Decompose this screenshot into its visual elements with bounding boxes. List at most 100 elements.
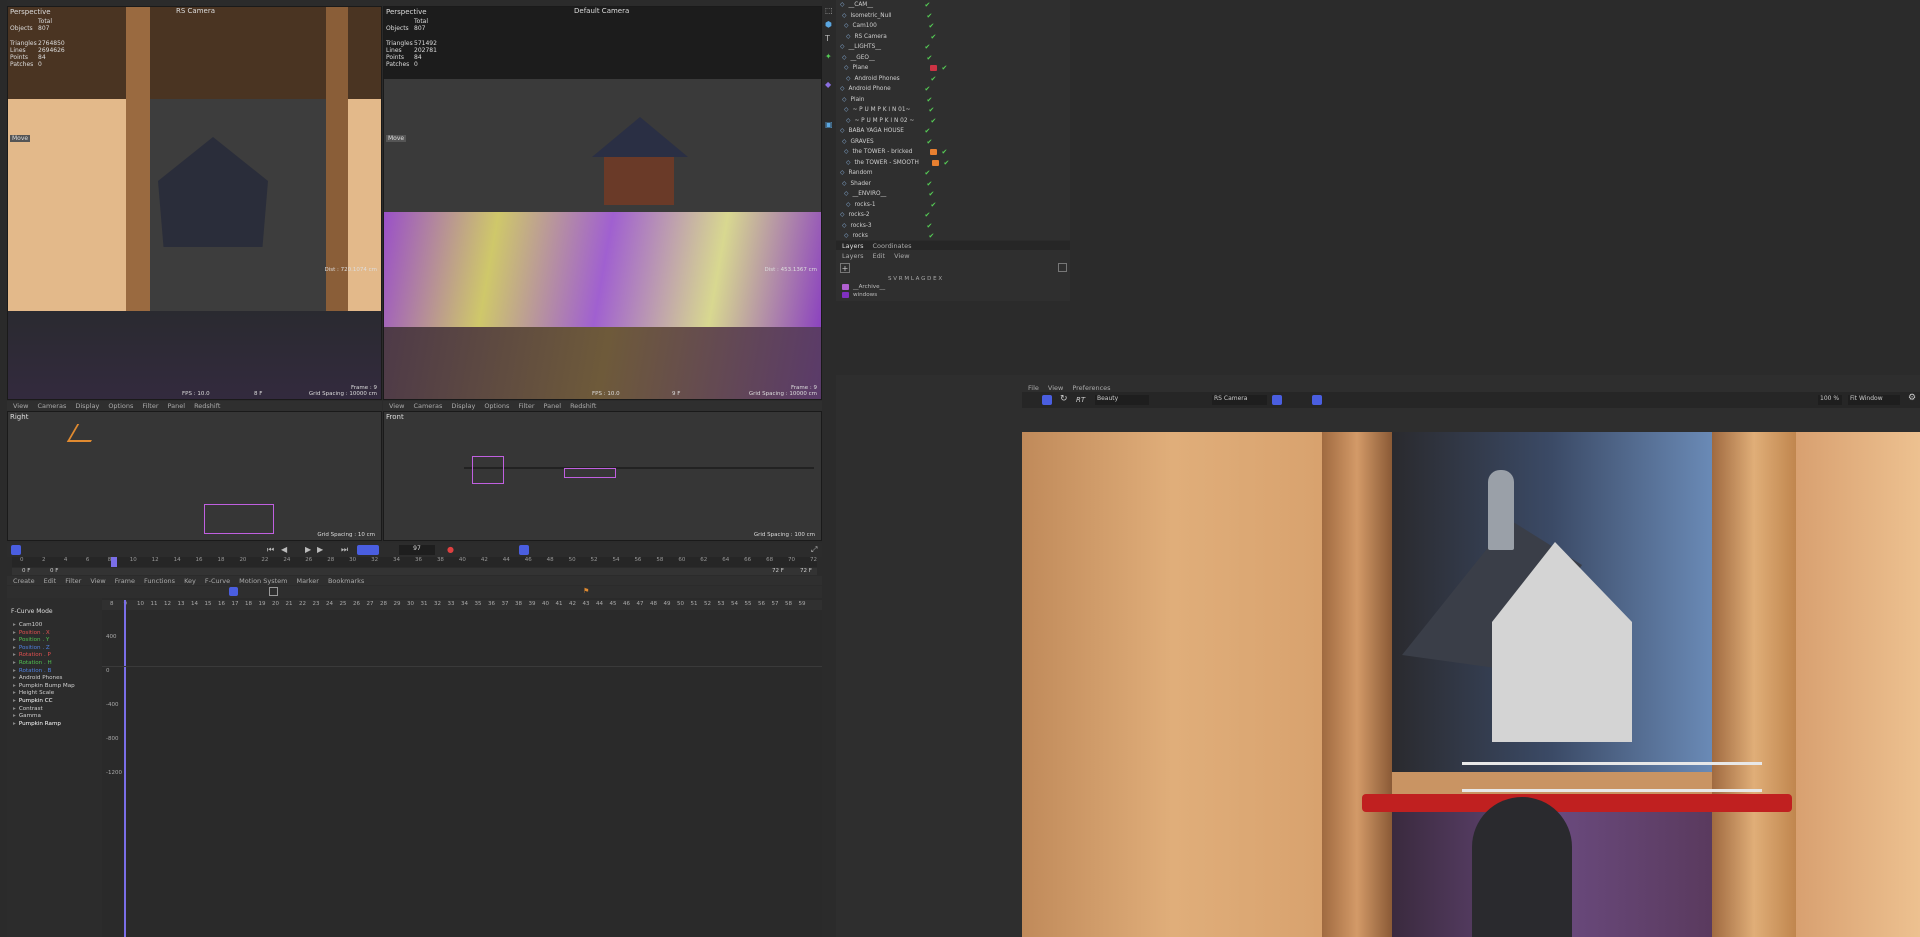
grid-button[interactable]	[1312, 395, 1322, 405]
record-icon[interactable]: ●	[447, 545, 454, 554]
lock-button[interactable]	[1272, 395, 1282, 405]
menu-panel[interactable]: Panel	[544, 402, 562, 410]
expand-triangle-icon[interactable]: ▸	[13, 721, 16, 729]
menu-functions[interactable]: Functions	[144, 577, 175, 585]
track-row[interactable]: ▸ Pumpkin Ramp	[13, 721, 102, 729]
enabled-check-icon[interactable]: ✔	[928, 106, 934, 114]
track-row[interactable]: ▸ Android Phones	[13, 675, 102, 683]
object-row[interactable]: ◇ Shader ✔	[836, 179, 1070, 190]
expand-triangle-icon[interactable]: ▸	[13, 622, 16, 630]
enabled-check-icon[interactable]: ✔	[926, 12, 932, 20]
expand-triangle-icon[interactable]: ▸	[13, 690, 16, 698]
enabled-check-icon[interactable]: ✔	[926, 96, 932, 104]
enabled-check-icon[interactable]: ✔	[928, 190, 934, 198]
object-row[interactable]: ◇ Plain ✔	[836, 95, 1070, 106]
enabled-check-icon[interactable]: ✔	[926, 222, 932, 230]
layer-row[interactable]: windows	[840, 292, 877, 298]
layer-row[interactable]: __Archive__	[840, 284, 885, 290]
menu-key[interactable]: Key	[184, 577, 196, 585]
menu-view[interactable]: View	[1048, 384, 1063, 392]
viewport-label[interactable]: Perspective	[10, 8, 51, 16]
object-row[interactable]: ◇ Cam100 ✔	[836, 21, 1070, 32]
expand-triangle-icon[interactable]: ▸	[13, 668, 16, 676]
track-row[interactable]: ▸ Height Scale	[13, 690, 102, 698]
play-icon[interactable]: ▶	[305, 545, 311, 554]
autokey-button[interactable]	[519, 545, 529, 555]
object-row[interactable]: ◇ the TOWER - bricked ✔	[836, 147, 1070, 158]
menu-display[interactable]: Display	[451, 402, 475, 410]
camera-dropdown[interactable]: RS Camera	[1212, 395, 1267, 405]
object-row[interactable]: ◇ the TOWER - SMOOTH ✔	[836, 158, 1070, 169]
select-icon[interactable]: ⬚	[825, 6, 833, 15]
expand-triangle-icon[interactable]: ▸	[13, 698, 16, 706]
expand-triangle-icon[interactable]: ▸	[13, 713, 16, 721]
refresh-icon[interactable]: ↻	[1060, 394, 1068, 404]
menu-edit[interactable]: Edit	[873, 252, 886, 260]
rt-label[interactable]: RT	[1076, 396, 1085, 404]
viewport-front-ortho[interactable]: Front Grid Spacing : 100 cm	[383, 411, 822, 541]
enabled-check-icon[interactable]: ✔	[930, 117, 936, 125]
enabled-check-icon[interactable]: ✔	[928, 22, 934, 30]
camera-icon[interactable]: ▣	[825, 120, 833, 129]
viewport-label[interactable]: Perspective	[386, 8, 427, 16]
menu-filter[interactable]: Filter	[142, 402, 158, 410]
menu-edit[interactable]: Edit	[44, 577, 57, 585]
timeline-ruler[interactable]: 0 2 4 6 8 10 12 14 16 18 20 22 24 26 28 30 32 34 36 38 40 42 4…	[12, 557, 817, 567]
track-row[interactable]: ▸ Rotation . B	[13, 668, 102, 676]
menu-marker[interactable]: Marker	[296, 577, 318, 585]
expand-triangle-icon[interactable]: ▸	[13, 630, 16, 638]
enabled-check-icon[interactable]: ✔	[930, 75, 936, 83]
track-row[interactable]: ▸ Gamma	[13, 713, 102, 721]
keyframe-mode-button[interactable]	[11, 545, 21, 555]
tab-layers[interactable]: Layers	[842, 242, 864, 250]
enabled-check-icon[interactable]: ✔	[943, 159, 949, 167]
menu-fcurve[interactable]: F-Curve	[205, 577, 230, 585]
expand-triangle-icon[interactable]: ▸	[13, 645, 16, 653]
track-row[interactable]: ▸ Position . Y	[13, 637, 102, 645]
next-frame-icon[interactable]: ▶	[317, 545, 323, 554]
enabled-check-icon[interactable]: ✔	[930, 33, 936, 41]
fcurve-graph[interactable]: 8910111213141516171819202122232425262728…	[102, 598, 822, 937]
track-row[interactable]: ▸ Rotation . H	[13, 660, 102, 668]
enabled-check-icon[interactable]: ✔	[941, 148, 947, 156]
fit-dropdown[interactable]: Fit Window	[1848, 395, 1900, 405]
enabled-check-icon[interactable]: ✔	[930, 201, 936, 209]
object-row[interactable]: ◇ Isometric_Null ✔	[836, 11, 1070, 22]
fcurve-tool-button[interactable]	[269, 587, 278, 596]
viewport-perspective-right[interactable]: Default Camera Perspective Total Objects…	[383, 6, 822, 400]
object-row[interactable]: ◇ __CAM__ ✔	[836, 0, 1070, 11]
menu-view[interactable]: View	[894, 252, 909, 260]
object-row[interactable]: ◇ __LIGHTS__ ✔	[836, 42, 1070, 53]
track-row[interactable]: ▸ Contrast	[13, 706, 102, 714]
fcurve-key-icon[interactable]: ⚑	[583, 587, 589, 595]
track-row[interactable]: ▸ Position . Z	[13, 645, 102, 653]
fcurve-mode-button[interactable]	[229, 587, 238, 596]
enabled-check-icon[interactable]: ✔	[926, 138, 932, 146]
menu-options[interactable]: Options	[484, 402, 509, 410]
object-row[interactable]: ◇ ~ P U M P K I N 02 ~ ✔	[836, 116, 1070, 127]
object-row[interactable]: ◇ __GEO__ ✔	[836, 53, 1070, 64]
deformer-icon[interactable]: ◆	[825, 80, 831, 89]
viewport-right-ortho[interactable]: Right Grid Spacing : 10 cm	[7, 411, 382, 541]
object-row[interactable]: ◇ Plane ✔	[836, 63, 1070, 74]
enabled-check-icon[interactable]: ✔	[924, 169, 930, 177]
playhead[interactable]	[111, 557, 117, 567]
object-row[interactable]: ◇ Android Phones ✔	[836, 74, 1070, 85]
object-row[interactable]: ◇ rocks-1 ✔	[836, 200, 1070, 211]
menu-filter[interactable]: Filter	[518, 402, 534, 410]
menu-file[interactable]: File	[1028, 384, 1039, 392]
object-row[interactable]: ◇ ~ P U M P K I N 01~ ✔	[836, 105, 1070, 116]
menu-cameras[interactable]: Cameras	[413, 402, 442, 410]
expand-icon[interactable]: ⤢	[811, 545, 817, 555]
camera-label[interactable]: RS Camera	[176, 7, 215, 15]
expand-triangle-icon[interactable]: ▸	[13, 660, 16, 668]
track-row[interactable]: ▸ Pumpkin Bump Map	[13, 683, 102, 691]
menu-bookmarks[interactable]: Bookmarks	[328, 577, 364, 585]
menu-create[interactable]: Create	[13, 577, 35, 585]
enabled-check-icon[interactable]: ✔	[924, 1, 930, 9]
camera-label[interactable]: Default Camera	[574, 7, 629, 15]
delete-layer-button[interactable]	[1058, 263, 1067, 272]
menu-view[interactable]: View	[13, 402, 28, 410]
menu-frame[interactable]: Frame	[115, 577, 135, 585]
loop-button[interactable]	[357, 545, 379, 555]
